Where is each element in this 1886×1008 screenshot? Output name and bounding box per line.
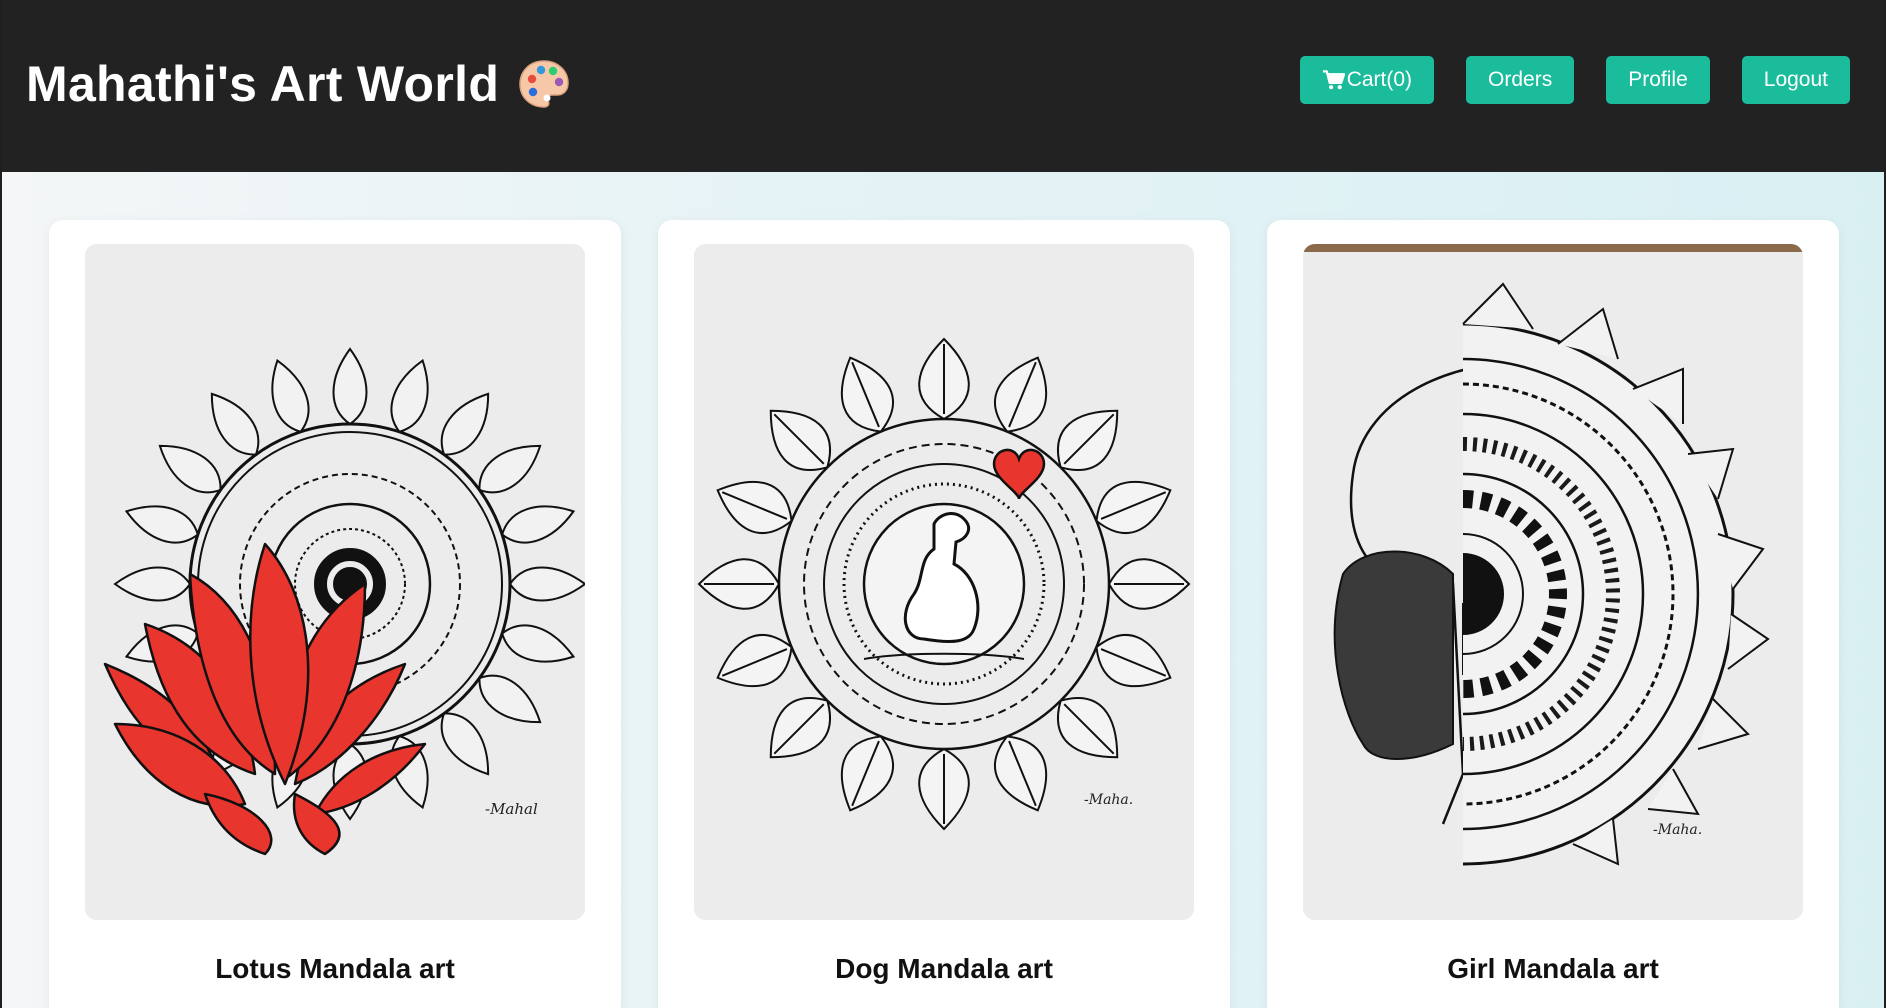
cart-button[interactable]: Cart(0) [1299,56,1435,104]
cart-label: Cart(0) [1346,68,1413,91]
svg-text:-Maha.: -Maha. [1084,792,1133,808]
product-image-girl[interactable]: -Maha. [1303,244,1803,920]
product-card-dog[interactable]: -Maha. Dog Mandala art [658,220,1230,1008]
shopping-cart-icon [1322,69,1345,91]
product-title: Lotus Mandala art [215,953,455,984]
product-title: Dog Mandala art [835,953,1053,984]
top-navbar: Mahathi's Art World Cart(0) Orders Profi… [0,0,1886,172]
svg-text:-Mahal: -Mahal [485,800,538,818]
artist-palette-icon [517,57,571,111]
product-card-girl[interactable]: -Maha. Girl Mandala art [1267,220,1839,1008]
site-title: Mahathi's Art World [26,56,500,112]
product-card-lotus[interactable]: -Mahal Lotus Mandala art [49,220,621,1008]
product-image-dog[interactable]: -Maha. [694,244,1194,920]
logout-button[interactable]: Logout [1741,56,1850,104]
svg-text:-Maha.: -Maha. [1653,822,1702,838]
product-grid: -Mahal Lotus Mandala art -Maha. Dog Mand… [49,220,1839,1008]
orders-button[interactable]: Orders [1466,56,1575,104]
nav-menu: Cart(0) Orders Profile Logout [1299,56,1850,104]
product-title: Girl Mandala art [1447,953,1659,984]
profile-button[interactable]: Profile [1606,56,1710,104]
brand: Mahathi's Art World [26,55,571,113]
product-image-lotus[interactable]: -Mahal [85,244,585,920]
